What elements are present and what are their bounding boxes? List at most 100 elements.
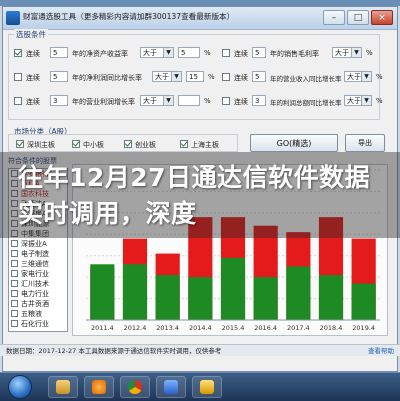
export-button[interactable]: 导出 — [345, 134, 385, 152]
stock-name: 深振业A — [21, 240, 47, 248]
x-tick-label: 2015.4 — [222, 324, 245, 332]
list-item[interactable]: 五粮液 — [9, 309, 67, 319]
unit-label: % — [204, 97, 211, 105]
condition-row: 连续 5 年的净利润同比增长率 大于 ▼ 15 % 连续 5 年的营业收入同比增长… — [14, 70, 384, 86]
stock-name: 电子制造 — [21, 250, 49, 258]
media-player-icon[interactable] — [84, 376, 114, 398]
condition-checkbox[interactable] — [14, 73, 22, 81]
chrome-icon[interactable] — [120, 376, 150, 398]
chevron-down-icon: ▼ — [361, 72, 371, 81]
list-checkbox[interactable] — [11, 260, 18, 267]
list-item[interactable]: 电力行业 — [9, 289, 67, 299]
operator-select[interactable]: 大于 ▼ — [332, 47, 362, 58]
taskbar — [0, 372, 400, 401]
condition-checkbox[interactable] — [222, 49, 230, 57]
window-controls: – □ × — [323, 10, 393, 25]
list-item[interactable]: 石化行业 — [9, 319, 67, 329]
value-input[interactable]: 15 — [186, 71, 204, 82]
list-checkbox[interactable] — [11, 300, 18, 307]
x-tick-label: 2011.4 — [91, 324, 114, 332]
condition-label: 年的销售毛利率 — [270, 50, 319, 58]
stock-app-icon[interactable] — [192, 376, 222, 398]
condition-label: 年的营业收入同比增长率 — [270, 75, 342, 83]
x-tick-label: 2017.4 — [287, 324, 310, 332]
list-checkbox[interactable] — [11, 290, 18, 297]
checkbox[interactable] — [124, 140, 132, 148]
unit-label: % — [204, 49, 211, 57]
operator-select[interactable]: 大于 ▼ — [140, 47, 174, 58]
checkbox[interactable] — [72, 140, 80, 148]
list-item[interactable]: 三维通信 — [9, 259, 67, 269]
chevron-down-icon: ▼ — [171, 72, 181, 81]
help-link[interactable]: 查看帮助 — [368, 345, 394, 357]
title-bar[interactable]: 财富通选股工具（更多精彩内容请加群300137查看最新版本） – □ × — [3, 7, 397, 30]
chevron-down-icon: ▼ — [163, 96, 173, 105]
unit-label: % — [208, 73, 215, 81]
bar — [122, 264, 148, 320]
list-checkbox[interactable] — [11, 320, 18, 327]
app-icon[interactable] — [156, 376, 186, 398]
condition-row: 连续 5 年的净资产收益率 大于 ▼ 5 % 连续 5 年的销售毛利率 大于 ▼ % — [14, 46, 384, 62]
chevron-down-icon: ▼ — [351, 48, 361, 57]
years-input[interactable]: 5 — [252, 47, 266, 58]
bar — [188, 277, 213, 320]
condition-label: 连续 — [26, 50, 40, 58]
unit-label: % — [376, 97, 383, 105]
list-checkbox[interactable] — [11, 240, 18, 247]
stock-name: 五粮液 — [21, 310, 42, 318]
x-tick-label: 2013.4 — [156, 324, 179, 332]
condition-checkbox[interactable] — [14, 49, 22, 57]
years-input[interactable]: 5 — [50, 47, 68, 58]
stock-name: 三维通信 — [21, 260, 49, 268]
go-button[interactable]: GO(精选) — [250, 134, 338, 152]
condition-checkbox[interactable] — [222, 97, 230, 105]
condition-label: 连续 — [234, 74, 248, 82]
checkbox[interactable] — [16, 140, 24, 148]
operator-select[interactable]: 大于 ▼ — [344, 95, 372, 106]
condition-checkbox[interactable] — [14, 97, 22, 105]
condition-checkbox[interactable] — [222, 73, 230, 81]
headline-text: 往年12月27日通达信软件数据实时调用，深度 — [18, 163, 371, 228]
condition-label: 年的净利润同比增长率 — [72, 74, 142, 82]
years-input[interactable]: 3 — [50, 95, 68, 106]
maximize-button[interactable]: □ — [347, 10, 369, 25]
list-item[interactable]: 家电行业 — [9, 269, 67, 279]
bar — [90, 264, 115, 320]
stock-name: 古井贡酒 — [21, 300, 49, 308]
list-item[interactable]: 汇川技术 — [9, 279, 67, 289]
operator-select[interactable]: 大于 ▼ — [152, 71, 182, 82]
unit-label: % — [366, 49, 373, 57]
chevron-down-icon: ▼ — [361, 96, 371, 105]
condition-label: 连续 — [234, 98, 248, 106]
list-checkbox[interactable] — [11, 270, 18, 277]
list-item[interactable]: 深振业A — [9, 239, 67, 249]
list-item[interactable]: 电子制造 — [9, 249, 67, 259]
years-input[interactable]: 5 — [252, 71, 266, 82]
years-input[interactable]: 5 — [50, 71, 68, 82]
x-tick-label: 2014.4 — [189, 324, 212, 332]
window-title: 财富通选股工具（更多精彩内容请加群300137查看最新版本） — [23, 12, 235, 21]
x-tick-label: 2019.4 — [352, 324, 375, 332]
list-checkbox[interactable] — [11, 250, 18, 257]
list-item[interactable]: 古井贡酒 — [9, 299, 67, 309]
list-checkbox[interactable] — [11, 310, 18, 317]
x-tick-label: 2018.4 — [320, 324, 343, 332]
operator-select[interactable]: 大于 ▼ — [344, 71, 372, 82]
chevron-down-icon: ▼ — [163, 48, 173, 57]
operator-select[interactable]: 大于 ▼ — [140, 95, 174, 106]
x-tick-label: 2016.4 — [254, 324, 277, 332]
explorer-icon[interactable] — [48, 376, 78, 398]
condition-label: 连续 — [234, 50, 248, 58]
condition-label: 连续 — [26, 74, 40, 82]
headline-banner: 往年12月27日通达信软件数据实时调用，深度 — [0, 152, 400, 238]
list-checkbox[interactable] — [11, 280, 18, 287]
bar — [286, 266, 311, 320]
value-input[interactable]: 5 — [178, 47, 200, 58]
value-input[interactable] — [178, 95, 200, 106]
minimize-button[interactable]: – — [323, 10, 345, 25]
years-input[interactable]: 3 — [252, 95, 266, 106]
checkbox[interactable] — [180, 140, 188, 148]
start-button[interactable] — [8, 375, 32, 399]
bar — [253, 277, 278, 320]
close-button[interactable]: × — [371, 10, 393, 25]
